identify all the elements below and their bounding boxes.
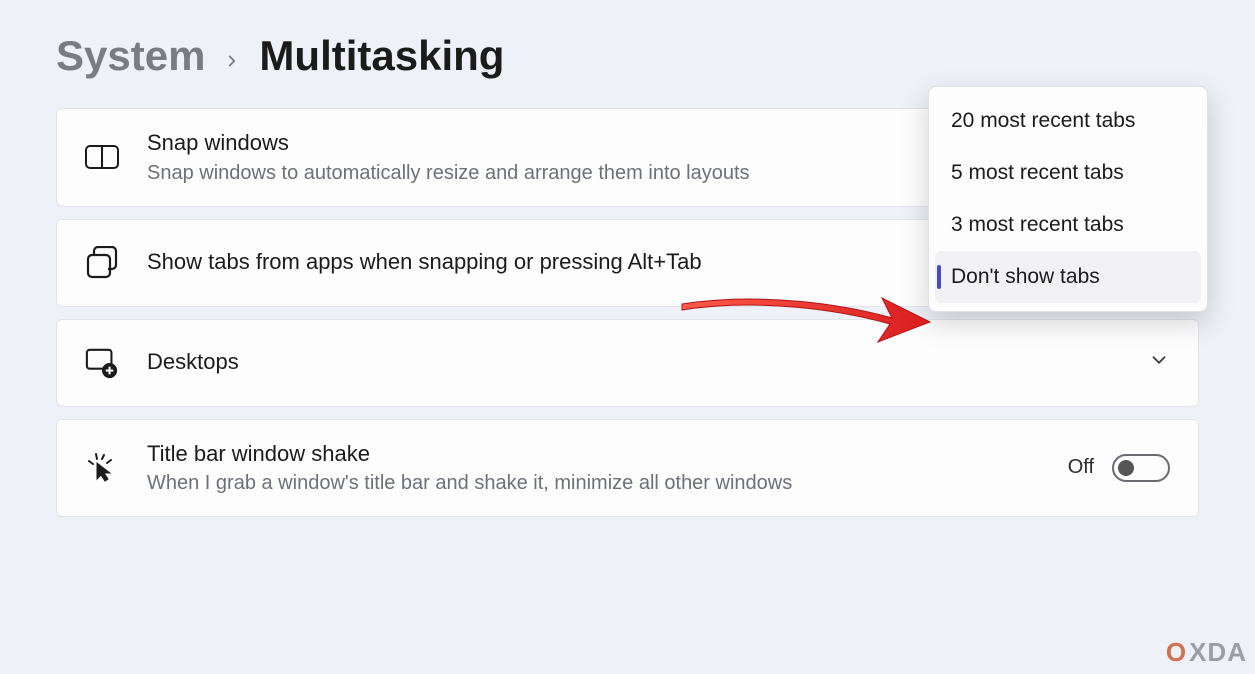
title-bar-shake-text: Title bar window shake When I grab a win… xyxy=(147,440,1040,497)
watermark-text: XDA xyxy=(1189,637,1247,668)
cursor-shake-icon xyxy=(85,451,119,485)
dropdown-option-dont-show[interactable]: Don't show tabs xyxy=(935,251,1201,303)
dropdown-option-5-recent[interactable]: 5 most recent tabs xyxy=(935,147,1201,199)
desktops-title: Desktops xyxy=(147,348,1120,377)
breadcrumb: System Multitasking xyxy=(56,32,1199,80)
title-bar-shake-subtitle: When I grab a window's title bar and sha… xyxy=(147,470,1040,496)
dropdown-option-3-recent[interactable]: 3 most recent tabs xyxy=(935,199,1201,251)
desktops-icon xyxy=(85,346,119,380)
title-bar-shake-toggle-label: Off xyxy=(1068,456,1094,479)
title-bar-shake-title: Title bar window shake xyxy=(147,440,1040,469)
dropdown-option-20-recent[interactable]: 20 most recent tabs xyxy=(935,95,1201,147)
chevron-down-icon xyxy=(1148,349,1170,376)
tabs-dropdown-menu: 20 most recent tabs 5 most recent tabs 3… xyxy=(928,86,1208,312)
title-bar-shake-card: Title bar window shake When I grab a win… xyxy=(56,419,1199,518)
watermark: OXDA xyxy=(1166,637,1247,668)
snap-windows-icon xyxy=(85,140,119,174)
tabs-stack-icon xyxy=(85,246,119,280)
title-bar-shake-toggle[interactable] xyxy=(1112,454,1170,482)
watermark-accent: O xyxy=(1166,637,1187,668)
desktops-text: Desktops xyxy=(147,348,1120,377)
chevron-right-icon xyxy=(223,45,241,77)
desktops-expand[interactable] xyxy=(1148,349,1170,376)
page-title: Multitasking xyxy=(259,32,504,80)
breadcrumb-parent-link[interactable]: System xyxy=(56,32,205,80)
desktops-card[interactable]: Desktops xyxy=(56,319,1199,407)
